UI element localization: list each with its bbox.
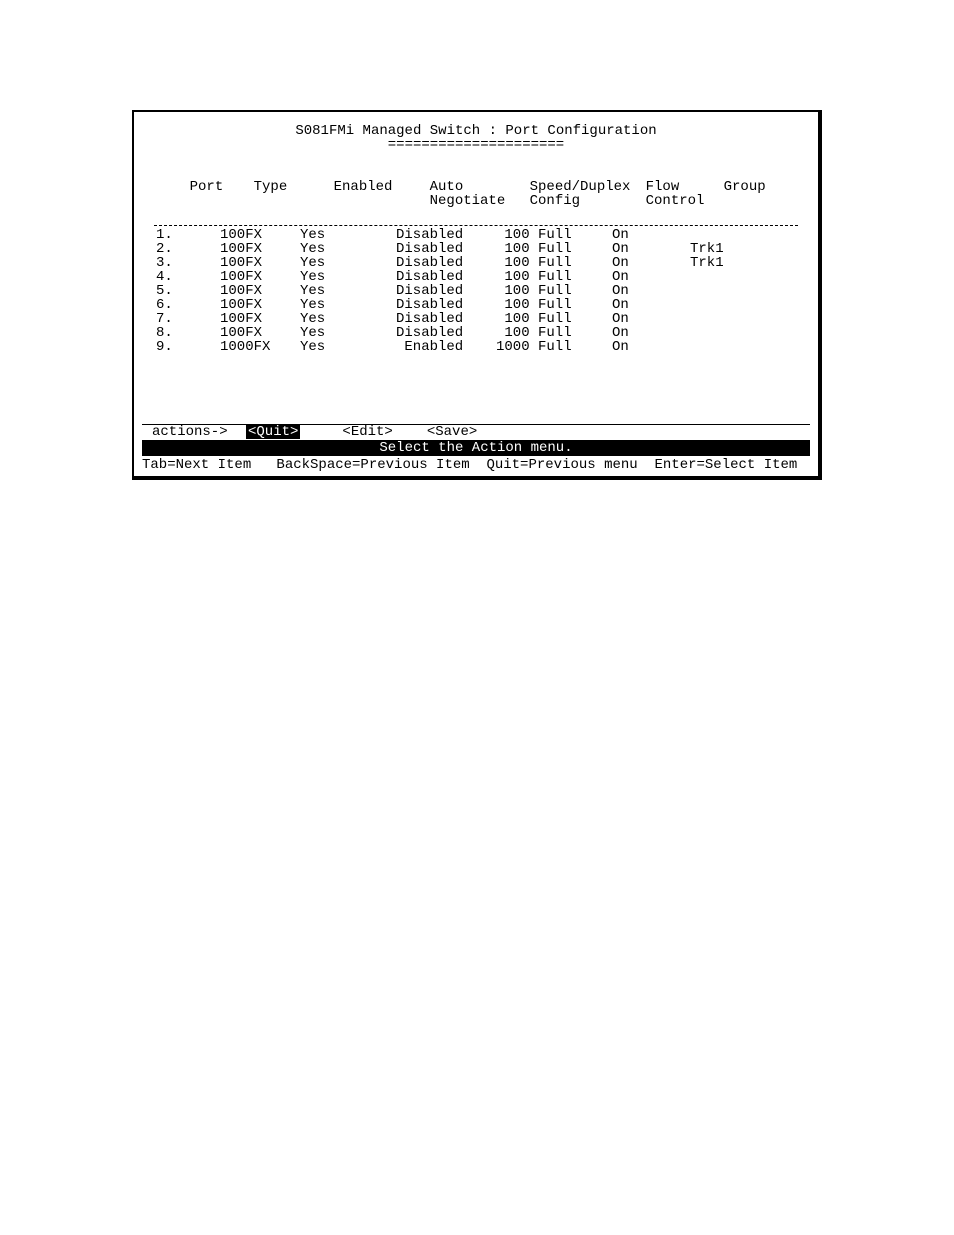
table-row[interactable]: 9.1000FXYes Enabled1000 FullOn xyxy=(142,340,810,354)
hdr-flow-2: Control xyxy=(646,193,705,209)
cell-type: 100FX xyxy=(220,228,300,242)
cell-speed: 1000 Full xyxy=(496,340,612,354)
table-row[interactable]: 3.100FXYesDisabled 100 FullOnTrk1 xyxy=(142,256,810,270)
cell-flow: On xyxy=(612,256,690,270)
cell-enabled: Yes xyxy=(300,284,396,298)
cell-enabled: Yes xyxy=(300,298,396,312)
cell-port: 9. xyxy=(142,340,220,354)
header-rule xyxy=(154,225,798,226)
table-row[interactable]: 5.100FXYesDisabled 100 FullOn xyxy=(142,284,810,298)
cell-flow: On xyxy=(612,228,690,242)
terminal-window: S081FMi Managed Switch : Port Configurat… xyxy=(132,110,822,480)
cell-speed: 100 Full xyxy=(496,242,612,256)
cell-speed: 100 Full xyxy=(496,228,612,242)
cell-neg: Enabled xyxy=(396,340,496,354)
quit-button[interactable]: <Quit> xyxy=(246,425,300,439)
cell-port: 8. xyxy=(142,326,220,340)
cell-port: 4. xyxy=(142,270,220,284)
cell-flow: On xyxy=(612,326,690,340)
cell-flow: On xyxy=(612,340,690,354)
hdr-group: Group xyxy=(724,180,784,194)
hdr-port: Port xyxy=(176,180,254,194)
help-bar: Tab=Next Item BackSpace=Previous Item Qu… xyxy=(142,457,810,474)
hdr-type: Type xyxy=(254,180,334,194)
cell-group: Trk1 xyxy=(690,256,750,270)
save-button[interactable]: <Save> xyxy=(425,425,479,439)
cell-speed: 100 Full xyxy=(496,284,612,298)
cell-enabled: Yes xyxy=(300,256,396,270)
cell-enabled: Yes xyxy=(300,312,396,326)
edit-button[interactable]: <Edit> xyxy=(340,425,394,439)
cell-neg: Disabled xyxy=(396,312,496,326)
cell-flow: On xyxy=(612,298,690,312)
cell-type: 100FX xyxy=(220,326,300,340)
cell-type: 100FX xyxy=(220,284,300,298)
cell-port: 3. xyxy=(142,256,220,270)
cell-group: Trk1 xyxy=(690,242,750,256)
cell-neg: Disabled xyxy=(396,298,496,312)
cell-enabled: Yes xyxy=(300,228,396,242)
table-row[interactable]: 6.100FXYesDisabled 100 FullOn xyxy=(142,298,810,312)
cell-speed: 100 Full xyxy=(496,312,612,326)
cell-neg: Disabled xyxy=(396,242,496,256)
cell-type: 100FX xyxy=(220,256,300,270)
device-name: S081FMi Managed Switch xyxy=(295,124,480,138)
cell-neg: Disabled xyxy=(396,326,496,340)
title-underline: ===================== xyxy=(142,138,810,152)
hdr-neg: AutoNegotiate xyxy=(430,180,530,208)
hdr-enabled: Enabled xyxy=(334,180,430,194)
cell-speed: 100 Full xyxy=(496,326,612,340)
actions-label: actions-> xyxy=(152,425,246,439)
cell-speed: 100 Full xyxy=(496,270,612,284)
cell-enabled: Yes xyxy=(300,242,396,256)
cell-port: 1. xyxy=(142,228,220,242)
cell-enabled: Yes xyxy=(300,340,396,354)
cell-speed: 100 Full xyxy=(496,298,612,312)
cell-flow: On xyxy=(612,242,690,256)
table-row[interactable]: 4.100FXYesDisabled 100 FullOn xyxy=(142,270,810,284)
hdr-speed: Speed/DuplexConfig xyxy=(530,180,646,208)
cell-type: 100FX xyxy=(220,312,300,326)
cell-flow: On xyxy=(612,312,690,326)
cell-type: 100FX xyxy=(220,270,300,284)
cell-port: 6. xyxy=(142,298,220,312)
cell-neg: Disabled xyxy=(396,228,496,242)
page-name: Port Configuration xyxy=(505,124,656,138)
cell-neg: Disabled xyxy=(396,270,496,284)
hdr-neg-2: Negotiate xyxy=(430,193,506,209)
table-row[interactable]: 8.100FXYesDisabled 100 FullOn xyxy=(142,326,810,340)
table-row[interactable]: 2.100FXYesDisabled 100 FullOnTrk1 xyxy=(142,242,810,256)
cell-port: 5. xyxy=(142,284,220,298)
cell-speed: 100 Full xyxy=(496,256,612,270)
table-body: 1.100FXYesDisabled 100 FullOn2.100FXYesD… xyxy=(142,228,810,424)
cell-type: 1000FX xyxy=(220,340,300,354)
cell-neg: Disabled xyxy=(396,284,496,298)
cell-enabled: Yes xyxy=(300,326,396,340)
hdr-flow: FlowControl xyxy=(646,180,724,208)
actions-bar: actions-><Quit> <Edit> <Save> xyxy=(142,425,810,440)
cell-enabled: Yes xyxy=(300,270,396,284)
table-row[interactable]: 1.100FXYesDisabled 100 FullOn xyxy=(142,228,810,242)
cell-flow: On xyxy=(612,270,690,284)
hint-bar: Select the Action menu. xyxy=(142,440,810,456)
hdr-spd-2: Config xyxy=(530,193,580,209)
cell-type: 100FX xyxy=(220,298,300,312)
page-title: S081FMi Managed Switch : Port Configurat… xyxy=(142,124,810,138)
table-header: PortTypeEnabledAutoNegotiateSpeed/Duplex… xyxy=(142,152,810,222)
cell-neg: Disabled xyxy=(396,256,496,270)
cell-port: 7. xyxy=(142,312,220,326)
cell-type: 100FX xyxy=(220,242,300,256)
table-row[interactable]: 7.100FXYesDisabled 100 FullOn xyxy=(142,312,810,326)
cell-flow: On xyxy=(612,284,690,298)
cell-port: 2. xyxy=(142,242,220,256)
